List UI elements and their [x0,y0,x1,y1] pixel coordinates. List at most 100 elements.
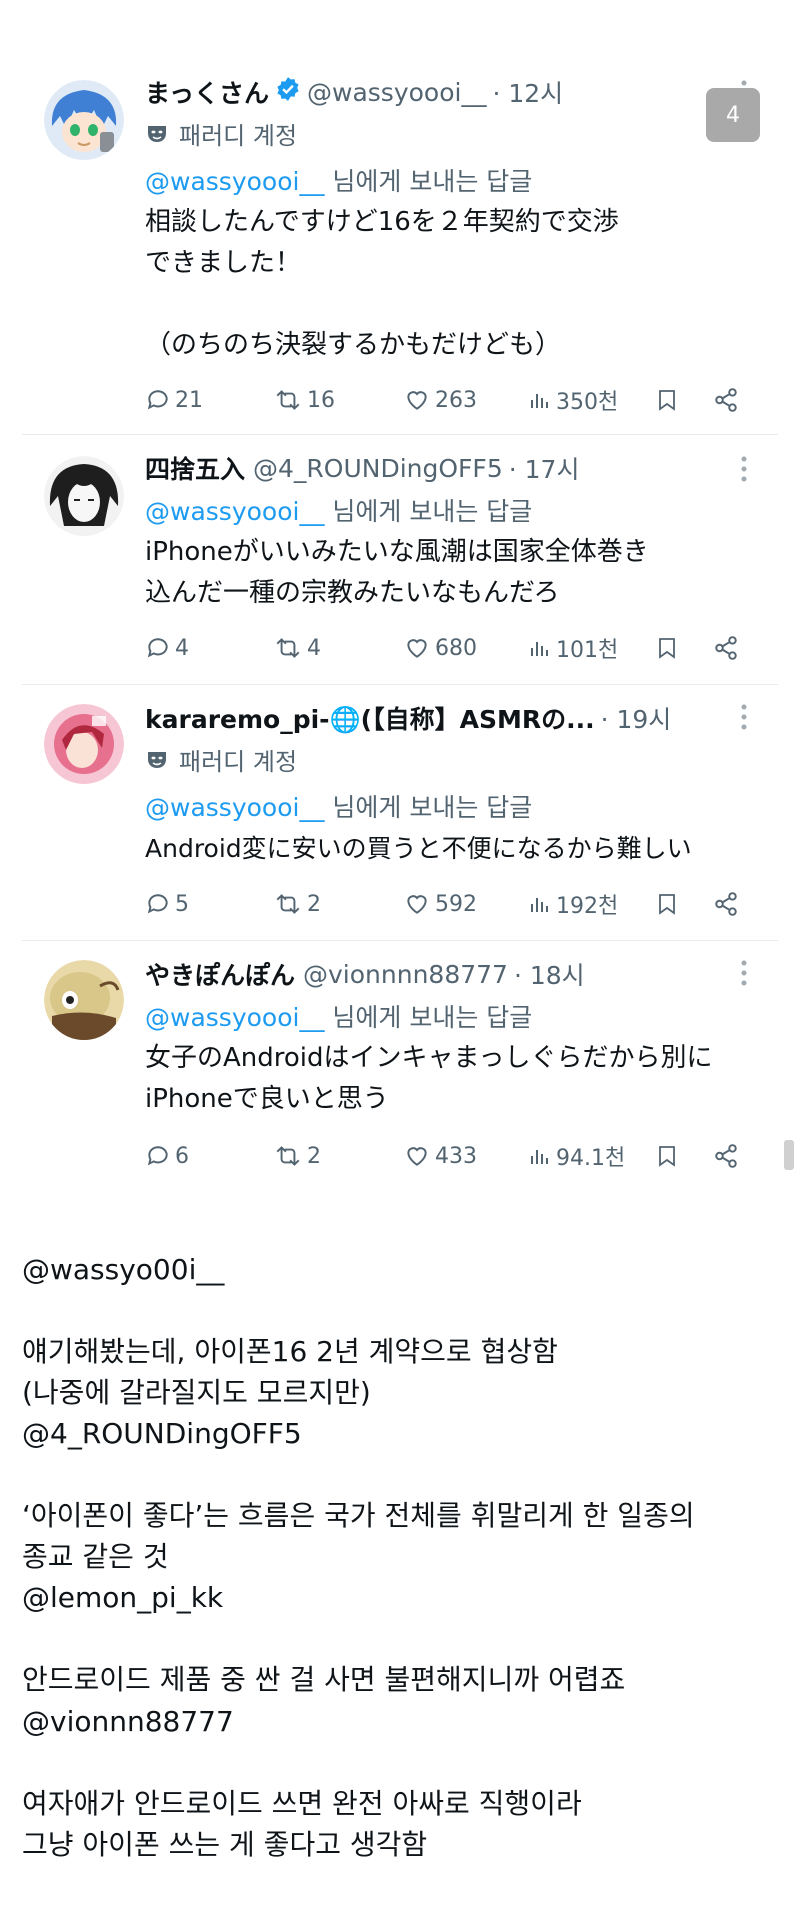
views-button[interactable]: 94.1천 [528,1140,625,1172]
tweet[interactable]: kararemo_pi-🌐(【自称】ASMRの... · 19시 패러디 계정 … [0,692,800,932]
retweet-count: 4 [307,635,321,661]
timestamp[interactable]: · 17시 [509,450,580,486]
translation-handle: @4_ROUNDingOFF5 [22,1417,302,1450]
reply-suffix: 님에게 보내는 답글 [324,793,533,822]
reply-button[interactable]: 4 [145,635,189,661]
views-chart-icon [531,898,548,912]
divider [22,940,778,941]
reply-button[interactable]: 5 [145,891,189,917]
retweet-count: 16 [307,387,335,413]
like-count: 433 [435,1143,477,1169]
avatar[interactable] [44,80,124,160]
reply-icon [147,894,168,914]
tweet[interactable]: 四捨五入 @4_ROUNDingOFF5 · 17시 @wassyoooi__ … [0,440,800,680]
bookmark-icon [659,1146,675,1167]
reply-button[interactable]: 6 [145,1143,189,1169]
divider [22,684,778,685]
retweet-button[interactable]: 4 [273,635,321,661]
mask-icon [148,751,166,768]
display-name[interactable]: まっくさん [145,74,269,110]
views-button[interactable]: 350천 [528,384,618,416]
mask-icon [148,125,166,142]
tweet-text: Android変に安いの買うと不便になるから難しい [145,834,692,863]
handle[interactable]: @4_ROUNDingOFF5 [253,454,503,483]
action-bar: 5 2 592 192천 [145,884,765,924]
bookmark-button[interactable] [655,386,683,414]
action-bar: 21 16 263 350천 [145,380,765,420]
bookmark-button[interactable] [655,1142,683,1170]
reply-count: 6 [175,1143,189,1169]
timestamp[interactable]: · 12시 [492,74,563,110]
tweet-header: やきぽんぽん @vionnnn88777 · 18시 [145,954,585,994]
reply-count: 5 [175,891,189,917]
reply-count: 4 [175,635,189,661]
more-options-icon[interactable] [729,958,759,988]
retweet-icon [276,1146,300,1166]
avatar[interactable] [44,456,124,536]
retweet-icon [276,390,300,410]
timestamp[interactable]: · 19시 [601,700,672,736]
heart-icon [407,391,427,410]
parody-label-text: 패러디 계정 [179,122,298,150]
share-button[interactable] [713,387,743,413]
like-count: 263 [435,387,477,413]
bookmark-button[interactable] [655,634,683,662]
reply-button[interactable]: 21 [145,387,203,413]
reply-count: 21 [175,387,203,413]
view-count: 94.1천 [556,1146,626,1171]
reply-context: @wassyoooi__ 님에게 보내는 답글 [145,492,532,528]
tweet[interactable]: まっくさん @wassyoooi__ · 12시 패러디 계정 @wassyoo… [0,0,800,430]
tweet-header: 四捨五入 @4_ROUNDingOFF5 · 17시 [145,448,579,488]
avatar[interactable] [44,960,124,1040]
heart-icon [407,1147,427,1166]
display-name[interactable]: 四捨五入 [145,450,245,486]
handle[interactable]: @vionnnn88777 [303,960,508,989]
share-button[interactable] [713,635,743,661]
share-button[interactable] [713,1143,743,1169]
views-button[interactable]: 101천 [528,632,618,664]
share-button[interactable] [713,891,743,917]
retweet-button[interactable]: 16 [273,387,335,413]
tweet[interactable]: やきぽんぽん @vionnnn88777 · 18시 @wassyoooi__ … [0,948,800,1188]
more-options-icon[interactable] [729,702,759,732]
like-button[interactable]: 433 [403,1143,477,1169]
retweet-button[interactable]: 2 [273,1143,321,1169]
translation-handle: @lemon_pi_kk [22,1581,224,1614]
reply-mention-link[interactable]: @wassyoooi__ [145,1003,324,1032]
parody-label-text: 패러디 계정 [179,748,298,776]
retweet-icon [276,638,300,658]
action-bar: 4 4 680 101천 [145,628,765,668]
timestamp[interactable]: · 18시 [514,956,585,992]
view-count: 350천 [556,390,619,415]
like-button[interactable]: 263 [403,387,477,413]
like-button[interactable]: 592 [403,891,477,917]
display-name[interactable]: kararemo_pi-🌐(【自称】ASMRの... [145,700,595,736]
tweet-text: 女子のAndroidはインキャまっしぐらだから別に iPhoneで良いと思う [145,1043,713,1114]
view-count: 192천 [556,894,619,919]
share-icon [715,388,737,412]
more-options-icon[interactable] [729,454,759,484]
scrollbar[interactable] [784,1140,794,1170]
reply-mention-link[interactable]: @wassyoooi__ [145,167,324,196]
views-button[interactable]: 192천 [528,888,618,920]
reply-icon [147,638,168,658]
translation-handle: @wassyo00i__ [22,1253,225,1286]
share-icon [715,636,737,660]
tweet-text: iPhoneがいいみたいな風潮は国家全体巻き 込んだ一種の宗教みたいなもんだろ [145,537,649,608]
reply-suffix: 님에게 보내는 답글 [324,167,533,196]
reply-mention-link[interactable]: @wassyoooi__ [145,497,324,526]
views-chart-icon [531,1150,548,1164]
like-count: 680 [435,635,477,661]
like-button[interactable]: 680 [403,635,477,661]
tweet-text: 相談したんですけど16を２年契約で交渉 できました！ （のちのち決裂するかもだけ… [145,207,619,360]
display-name[interactable]: やきぽんぽん [145,956,295,992]
reply-mention-link[interactable]: @wassyoooi__ [145,793,324,822]
heart-icon [407,639,427,658]
retweet-button[interactable]: 2 [273,891,321,917]
reply-icon [147,1146,168,1166]
bookmark-button[interactable] [655,890,683,918]
handle[interactable]: @wassyoooi__ [307,78,486,107]
retweet-icon [276,894,300,914]
reply-icon [147,390,168,410]
avatar[interactable] [44,704,124,784]
